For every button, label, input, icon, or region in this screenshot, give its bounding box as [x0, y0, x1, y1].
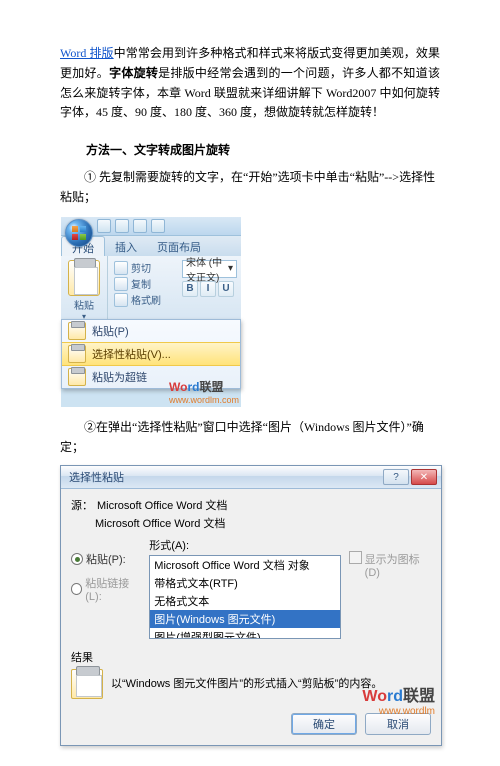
font-group: 宋体 (中文正文) ▾ B I U — [178, 256, 241, 320]
menu-paste[interactable]: 粘贴(P) — [62, 320, 240, 342]
list-item[interactable]: 图片(增强型图元文件) — [150, 628, 340, 639]
radio-paste-label: 粘贴(P): — [86, 551, 126, 567]
clipboard-icon — [68, 368, 86, 386]
underline-button[interactable]: U — [218, 281, 234, 297]
dialog-titlebar: 选择性粘贴 ? ✕ — [61, 466, 441, 489]
method-1-title: 方法一、文字转成图片旋转 — [86, 141, 440, 158]
paste-label: 粘贴 — [61, 297, 107, 312]
menu-paste-special[interactable]: 选择性粘贴(V)... — [62, 342, 240, 366]
help-button[interactable]: ? — [383, 469, 409, 485]
radio-column: 粘贴(P): 粘贴链接(L): — [71, 537, 141, 611]
source-row: 源： Microsoft Office Word 文档 — [71, 497, 431, 513]
copy-button[interactable]: 复制 — [114, 276, 174, 292]
brush-icon — [114, 293, 128, 307]
qat-redo-icon[interactable] — [133, 219, 147, 233]
font-name-dropdown[interactable]: 宋体 (中文正文) ▾ — [182, 260, 237, 278]
intro-paragraph: Word 排版中常常会用到许多种格式和样式来将版式变得更加美观，效果更加好。字体… — [60, 44, 440, 123]
watermark: Word联盟 www.wordlm.com — [169, 378, 239, 405]
qat-print-icon[interactable] — [151, 219, 165, 233]
radio-icon — [71, 583, 82, 595]
step-1-text: ① 先复制需要旋转的文字，在“开始”选项卡中单击“粘贴”-->选择性粘贴； — [60, 168, 440, 208]
menu-paste-label: 粘贴(P) — [92, 323, 129, 339]
checkbox-icon — [349, 551, 361, 564]
radio-paste-link: 粘贴链接(L): — [71, 575, 141, 603]
cut-label: 剪切 — [131, 260, 151, 275]
result-label: 结果 — [71, 649, 431, 665]
menu-paste-special-label: 选择性粘贴(V)... — [92, 346, 171, 362]
list-item-selected[interactable]: 图片(Windows 图元文件) — [150, 610, 340, 628]
list-item[interactable]: 带格式文本(RTF) — [150, 574, 340, 592]
figure-word-ribbon: 开始 插入 页面布局 粘贴 ▾ 剪切 复制 格式刷 宋体 (中文正文) ▾ — [60, 216, 242, 408]
copy-label: 复制 — [131, 276, 151, 291]
clipboard-icon — [68, 260, 100, 296]
menu-paste-link-label: 粘贴为超链 — [92, 369, 147, 385]
radio-paste-link-label: 粘贴链接(L): — [85, 575, 141, 603]
source-value: Microsoft Office Word 文档 — [97, 497, 227, 513]
qat-save-icon[interactable] — [97, 219, 111, 233]
italic-button[interactable]: I — [200, 281, 216, 297]
paste-split-button[interactable]: 粘贴 ▾ — [61, 256, 108, 320]
radio-paste[interactable]: 粘贴(P): — [71, 551, 141, 567]
figure-paste-special-dialog: 选择性粘贴 ? ✕ 源： Microsoft Office Word 文档 Mi… — [60, 465, 442, 746]
office-orb-icon[interactable] — [65, 219, 93, 247]
show-as-icon-row: 显示为图标(D) — [349, 537, 431, 579]
bold-button[interactable]: B — [182, 281, 198, 297]
radio-icon — [71, 553, 83, 565]
cancel-button[interactable]: 取消 — [365, 713, 431, 735]
format-listbox[interactable]: Microsoft Office Word 文档 对象 带格式文本(RTF) 无… — [149, 555, 341, 639]
format-painter-label: 格式刷 — [131, 292, 161, 307]
font-name-value: 宋体 (中文正文) — [186, 254, 228, 284]
qat-undo-icon[interactable] — [115, 219, 129, 233]
intro-bold: 字体旋转 — [109, 66, 158, 80]
tab-page-layout[interactable]: 页面布局 — [147, 236, 211, 256]
chevron-down-icon: ▾ — [228, 263, 233, 274]
cut-button[interactable]: 剪切 — [114, 260, 174, 276]
word-typeset-link[interactable]: Word 排版 — [60, 46, 114, 60]
show-as-icon-label: 显示为图标(D) — [365, 551, 431, 579]
scissors-icon — [114, 261, 128, 275]
ribbon-body: 粘贴 ▾ 剪切 复制 格式刷 宋体 (中文正文) ▾ B I U — [61, 256, 241, 320]
dialog-title: 选择性粘贴 — [69, 469, 124, 485]
clipboard-icon — [68, 322, 86, 340]
clipboard-icon — [68, 345, 86, 363]
format-painter-button[interactable]: 格式刷 — [114, 292, 174, 308]
close-button[interactable]: ✕ — [411, 469, 437, 485]
result-text: 以“Windows 图元文件图片”的形式插入“剪贴板”的内容。 — [111, 669, 382, 691]
copy-icon — [114, 277, 128, 291]
source-label: 源： — [71, 497, 93, 513]
font-toolbar: B I U — [182, 281, 237, 297]
list-item[interactable]: Microsoft Office Word 文档 对象 — [150, 556, 340, 574]
tab-insert[interactable]: 插入 — [105, 236, 147, 256]
list-item[interactable]: 无格式文本 — [150, 592, 340, 610]
clipboard-icon — [71, 669, 103, 699]
step-2-text: ②在弹出“选择性粘贴”窗口中选择“图片（Windows 图片文件）”确定； — [60, 418, 440, 458]
ok-button[interactable]: 确定 — [291, 713, 357, 735]
source-value-2: Microsoft Office Word 文档 — [95, 515, 431, 531]
clipboard-mini-buttons: 剪切 复制 格式刷 — [108, 256, 178, 320]
format-label: 形式(A): — [149, 537, 341, 553]
